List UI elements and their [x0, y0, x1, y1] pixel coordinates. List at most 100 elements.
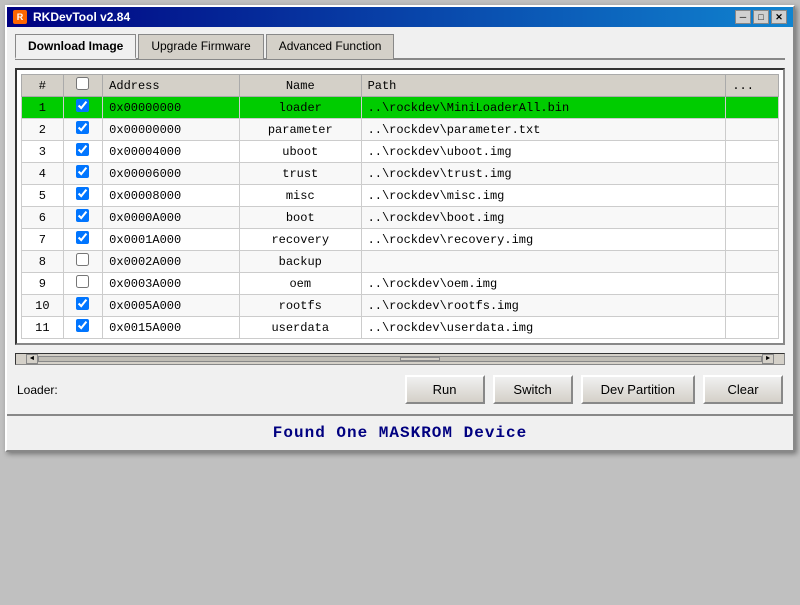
close-button[interactable]: ✕	[771, 10, 787, 24]
scroll-left-button[interactable]: ◄	[26, 354, 38, 364]
row-checkbox-cell	[63, 317, 103, 339]
row-browse-button[interactable]	[726, 207, 779, 229]
row-checkbox-cell	[63, 207, 103, 229]
col-header-address: Address	[103, 75, 240, 97]
scroll-right-button[interactable]: ►	[762, 354, 774, 364]
table-row: 100x0005A000rootfs..\rockdev\rootfs.img	[22, 295, 779, 317]
row-address: 0x00000000	[103, 97, 240, 119]
row-num: 1	[22, 97, 64, 119]
row-address: 0x00006000	[103, 163, 240, 185]
row-checkbox[interactable]	[76, 231, 89, 244]
row-checkbox[interactable]	[76, 121, 89, 134]
table-row: 80x0002A000backup	[22, 251, 779, 273]
status-text: Found One MASKROM Device	[273, 424, 527, 442]
row-name: oem	[239, 273, 361, 295]
tab-upgrade-firmware[interactable]: Upgrade Firmware	[138, 34, 263, 59]
row-browse-button[interactable]	[726, 251, 779, 273]
row-path	[361, 251, 726, 273]
table-row: 40x00006000trust..\rockdev\trust.img	[22, 163, 779, 185]
row-num: 10	[22, 295, 64, 317]
row-address: 0x0015A000	[103, 317, 240, 339]
row-checkbox-cell	[63, 119, 103, 141]
dev-partition-button[interactable]: Dev Partition	[581, 375, 695, 404]
tab-advanced-function[interactable]: Advanced Function	[266, 34, 395, 59]
row-checkbox-cell	[63, 251, 103, 273]
row-num: 2	[22, 119, 64, 141]
clear-button[interactable]: Clear	[703, 375, 783, 404]
horizontal-scrollbar[interactable]: ◄ ►	[15, 353, 785, 365]
row-name: recovery	[239, 229, 361, 251]
row-checkbox[interactable]	[76, 143, 89, 156]
row-checkbox-cell	[63, 273, 103, 295]
row-name: parameter	[239, 119, 361, 141]
row-address: 0x0003A000	[103, 273, 240, 295]
table-row: 30x00004000uboot..\rockdev\uboot.img	[22, 141, 779, 163]
table-row: 5 0x00008000misc..\rockdev\misc.img	[22, 185, 779, 207]
maximize-button[interactable]: □	[753, 10, 769, 24]
run-button[interactable]: Run	[405, 375, 485, 404]
row-browse-button[interactable]	[726, 163, 779, 185]
row-checkbox[interactable]	[76, 99, 89, 112]
table-row: 2 0x00000000parameter..\rockdev\parameter…	[22, 119, 779, 141]
table-row: 110x0015A000userdata..\rockdev\userdata.…	[22, 317, 779, 339]
table-row: 70x0001A000recovery..\rockdev\recovery.i…	[22, 229, 779, 251]
row-checkbox[interactable]	[76, 165, 89, 178]
row-num: 5	[22, 185, 64, 207]
firmware-table: # Address Name Path ... 10x00000000loade…	[21, 74, 779, 339]
row-name: boot	[239, 207, 361, 229]
scrollbar-thumb[interactable]	[400, 357, 440, 361]
row-checkbox-cell	[63, 97, 103, 119]
row-checkbox-cell	[63, 229, 103, 251]
row-path: ..\rockdev\uboot.img	[361, 141, 726, 163]
row-name: rootfs	[239, 295, 361, 317]
select-all-checkbox[interactable]	[76, 77, 89, 90]
row-checkbox[interactable]	[76, 253, 89, 266]
switch-button[interactable]: Switch	[493, 375, 573, 404]
row-path: ..\rockdev\boot.img	[361, 207, 726, 229]
row-path: ..\rockdev\misc.img	[361, 185, 726, 207]
table-row: 60x0000A000boot..\rockdev\boot.img	[22, 207, 779, 229]
row-num: 4	[22, 163, 64, 185]
loader-label: Loader:	[17, 383, 72, 397]
row-browse-button[interactable]	[726, 141, 779, 163]
row-browse-button[interactable]	[726, 273, 779, 295]
main-window: R RKDevTool v2.84 ─ □ ✕ Download Image U…	[5, 5, 795, 452]
row-browse-button[interactable]	[726, 185, 779, 207]
col-header-num: #	[22, 75, 64, 97]
row-path: ..\rockdev\oem.img	[361, 273, 726, 295]
col-header-name: Name	[239, 75, 361, 97]
row-path: ..\rockdev\parameter.txt	[361, 119, 726, 141]
row-browse-button[interactable]	[726, 229, 779, 251]
col-header-check	[63, 75, 103, 97]
row-path: ..\rockdev\trust.img	[361, 163, 726, 185]
window-title: RKDevTool v2.84	[33, 10, 130, 24]
row-checkbox[interactable]	[76, 187, 89, 200]
tab-download-image[interactable]: Download Image	[15, 34, 136, 59]
row-name: misc	[239, 185, 361, 207]
row-path: ..\rockdev\userdata.img	[361, 317, 726, 339]
row-checkbox[interactable]	[76, 209, 89, 222]
row-num: 7	[22, 229, 64, 251]
row-checkbox-cell	[63, 295, 103, 317]
table-row: 10x00000000loader..\rockdev\MiniLoaderAl…	[22, 97, 779, 119]
minimize-button[interactable]: ─	[735, 10, 751, 24]
row-path: ..\rockdev\recovery.img	[361, 229, 726, 251]
title-bar: R RKDevTool v2.84 ─ □ ✕	[7, 7, 793, 27]
row-browse-button[interactable]	[726, 317, 779, 339]
row-address: 0x00004000	[103, 141, 240, 163]
table-container: # Address Name Path ... 10x00000000loade…	[15, 68, 785, 345]
row-checkbox[interactable]	[76, 297, 89, 310]
row-name: userdata	[239, 317, 361, 339]
row-checkbox[interactable]	[76, 319, 89, 332]
row-browse-button[interactable]	[726, 119, 779, 141]
window-controls: ─ □ ✕	[735, 10, 787, 24]
row-address: 0x00000000	[103, 119, 240, 141]
row-checkbox-cell	[63, 141, 103, 163]
row-browse-button[interactable]	[726, 97, 779, 119]
row-num: 8	[22, 251, 64, 273]
tab-bar: Download Image Upgrade Firmware Advanced…	[15, 33, 785, 60]
row-browse-button[interactable]	[726, 295, 779, 317]
row-name: uboot	[239, 141, 361, 163]
row-address: 0x00008000	[103, 185, 240, 207]
row-checkbox[interactable]	[76, 275, 89, 288]
